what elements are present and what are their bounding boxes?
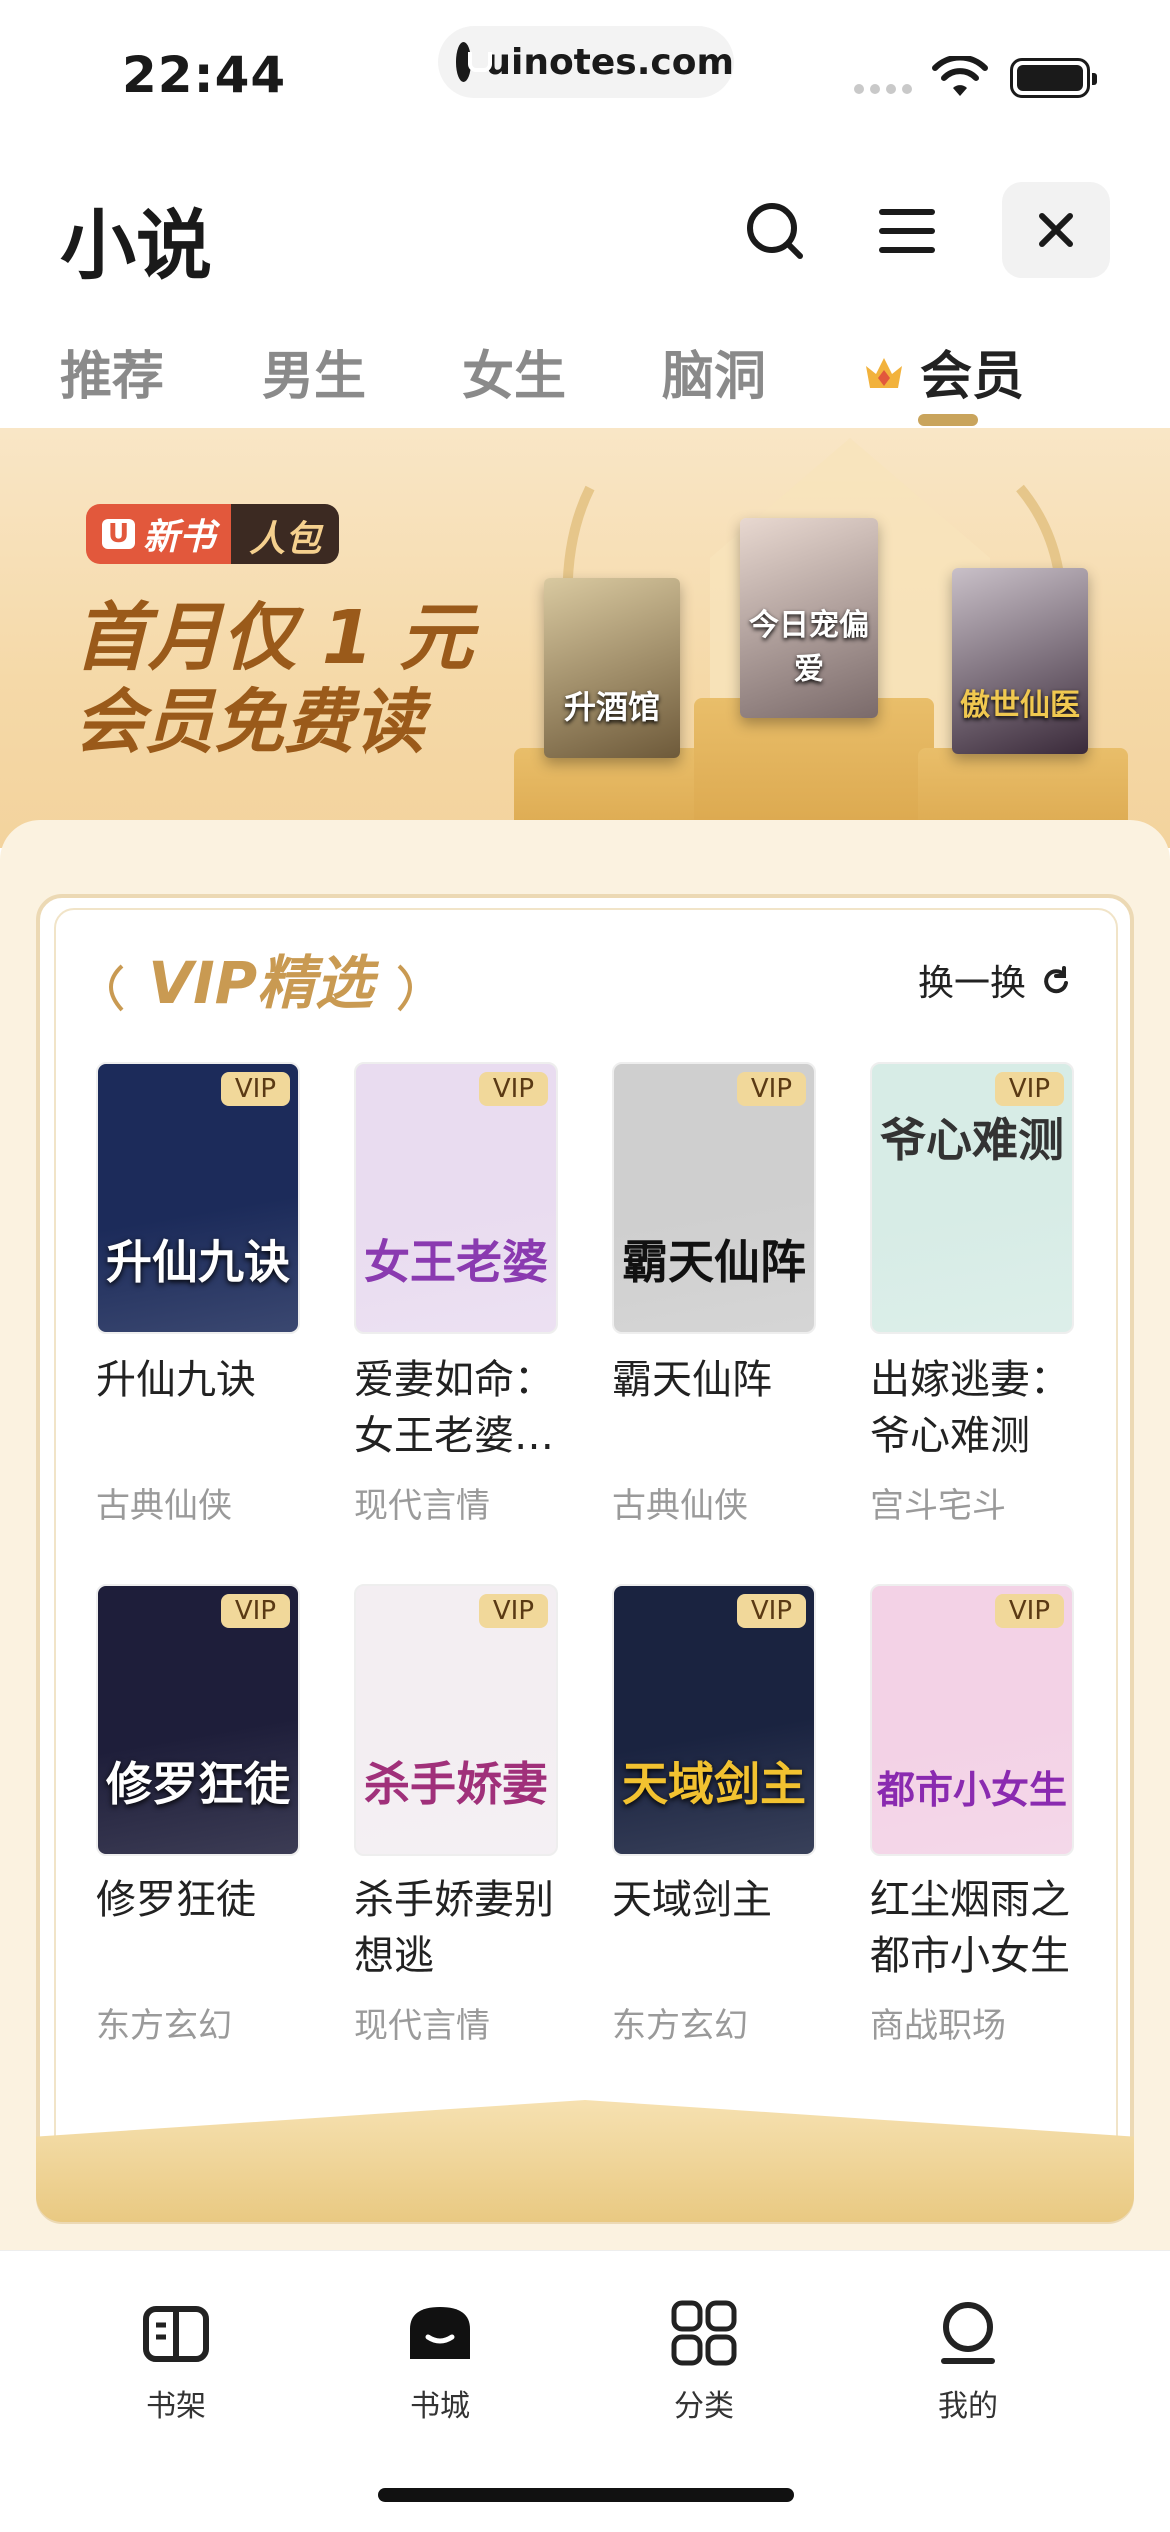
wifi-icon bbox=[932, 56, 988, 96]
cover-title: 杀手娇妻 bbox=[364, 1757, 548, 1811]
battery-icon bbox=[1010, 58, 1097, 98]
tab-imagination[interactable]: 脑洞 bbox=[662, 334, 766, 409]
tab-member[interactable]: 会员 bbox=[862, 334, 1024, 409]
vip-badge: VIP bbox=[478, 1594, 548, 1628]
book-category: 宫斗宅斗 bbox=[870, 1486, 1006, 1526]
vip-badge: VIP bbox=[220, 1072, 290, 1106]
refresh-icon bbox=[1044, 966, 1069, 994]
nav-bookstore[interactable]: 书城 bbox=[370, 2299, 510, 2425]
book-title[interactable]: 升仙九诀 bbox=[96, 1352, 310, 1408]
nav-categories[interactable]: 分类 bbox=[634, 2299, 774, 2425]
cover-title: 女王老婆 bbox=[364, 1235, 548, 1289]
status-time: 22:44 bbox=[122, 46, 287, 104]
crown-icon bbox=[866, 357, 902, 388]
book-title[interactable]: 出嫁逃妻：爷心难测 bbox=[870, 1352, 1084, 1464]
book-title[interactable]: 霸天仙阵 bbox=[612, 1352, 826, 1408]
book-cover[interactable]: VIP 都市小女生 bbox=[870, 1584, 1074, 1856]
status-bar: 22:44 uinotes.com bbox=[0, 0, 1170, 140]
book-title[interactable]: 天域剑主 bbox=[612, 1872, 826, 1928]
book-cover[interactable]: VIP 霸天仙阵 bbox=[612, 1062, 816, 1334]
book-category: 古典仙侠 bbox=[612, 1486, 748, 1526]
book-cover[interactable]: VIP 杀手娇妻 bbox=[354, 1584, 558, 1856]
banner-book-cover[interactable]: 升酒馆 bbox=[544, 578, 680, 758]
banner-book-title: 今日宠偏爱 bbox=[749, 608, 869, 687]
nav-label: 我的 bbox=[938, 2389, 998, 2424]
menu-icon[interactable] bbox=[872, 196, 942, 266]
laurel-right-icon bbox=[397, 964, 413, 1012]
nav-label: 书城 bbox=[410, 2389, 470, 2424]
book-category: 古典仙侠 bbox=[96, 1486, 232, 1526]
nav-bookshelf[interactable]: 书架 bbox=[106, 2299, 246, 2425]
active-tab-indicator bbox=[918, 414, 978, 426]
close-icon bbox=[1039, 213, 1073, 247]
promo-banner[interactable]: U 新书 人包 首月仅 1 元 会员免费读 升酒馆 今日宠偏爱 傲世仙医 bbox=[0, 428, 1170, 848]
cover-title: 升仙九诀 bbox=[106, 1235, 290, 1289]
book-open-icon bbox=[143, 2306, 209, 2362]
category-tabs: 推荐 男生 女生 脑洞 会员 bbox=[0, 334, 1170, 430]
book-cover[interactable]: VIP 修罗狂徒 bbox=[96, 1584, 300, 1856]
tag-pack-text: 人包 bbox=[231, 504, 340, 564]
nav-label: 分类 bbox=[674, 2389, 734, 2424]
book-title[interactable]: 修罗狂徒 bbox=[96, 1872, 310, 1928]
vip-badge: VIP bbox=[736, 1594, 806, 1628]
search-icon[interactable] bbox=[740, 196, 810, 266]
book-cover[interactable]: VIP 天域剑主 bbox=[612, 1584, 816, 1856]
tab-member-label: 会员 bbox=[920, 347, 1025, 407]
book-cover[interactable]: VIP 女王老婆 bbox=[354, 1062, 558, 1334]
store-icon bbox=[410, 2307, 470, 2359]
banner-book-title: 升酒馆 bbox=[563, 688, 660, 726]
cover-title: 都市小女生 bbox=[876, 1768, 1067, 1812]
book-cover[interactable]: VIP 升仙九诀 bbox=[96, 1062, 300, 1334]
promo-line-2: 会员免费读 bbox=[74, 681, 424, 763]
vip-badge: VIP bbox=[220, 1594, 290, 1628]
grid-icon bbox=[671, 2300, 737, 2366]
lock-icon bbox=[456, 42, 493, 82]
cover-title: 修罗狂徒 bbox=[106, 1757, 290, 1811]
close-button[interactable] bbox=[1002, 182, 1110, 278]
cover-title: 天域剑主 bbox=[622, 1757, 806, 1811]
nav-label: 书架 bbox=[146, 2389, 206, 2424]
laurel-left-icon bbox=[109, 964, 124, 1012]
book-category: 现代言情 bbox=[354, 2006, 490, 2046]
vip-section-title: VIP精选 bbox=[100, 936, 421, 1020]
cover-title: 爷心难测 bbox=[880, 1113, 1064, 1167]
book-cover[interactable]: VIP 爷心难测 bbox=[870, 1062, 1074, 1334]
vip-badge: VIP bbox=[478, 1072, 548, 1106]
book-title[interactable]: 杀手娇妻别想逃 bbox=[354, 1872, 568, 1984]
tab-male[interactable]: 男生 bbox=[262, 334, 366, 409]
url-pill[interactable]: uinotes.com bbox=[438, 26, 734, 98]
url-text: uinotes.com bbox=[485, 41, 734, 83]
book-title[interactable]: 爱妻如命：女王老婆… bbox=[354, 1352, 568, 1464]
vip-title-text: VIP精选 bbox=[148, 949, 374, 1017]
cover-title: 霸天仙阵 bbox=[622, 1235, 806, 1289]
tag-new-text: 新书 bbox=[143, 517, 216, 558]
signal-icon bbox=[854, 84, 912, 94]
vip-badge: VIP bbox=[994, 1594, 1064, 1628]
book-category: 东方玄幻 bbox=[96, 2006, 232, 2046]
home-indicator bbox=[378, 2488, 794, 2502]
book-category: 现代言情 bbox=[354, 1486, 490, 1526]
refresh-label: 换一换 bbox=[918, 963, 1027, 1004]
vip-badge: VIP bbox=[994, 1072, 1064, 1106]
banner-book-cover[interactable]: 傲世仙医 bbox=[952, 568, 1088, 754]
banner-book-title: 傲世仙医 bbox=[960, 688, 1080, 723]
refresh-button[interactable]: 换一换 bbox=[918, 954, 1070, 1006]
new-book-tag: U 新书 人包 bbox=[86, 504, 340, 564]
book-title[interactable]: 红尘烟雨之都市小女生 bbox=[870, 1872, 1084, 1984]
tab-recommend[interactable]: 推荐 bbox=[60, 334, 164, 409]
profile-icon bbox=[941, 2302, 995, 2364]
banner-book-cover[interactable]: 今日宠偏爱 bbox=[740, 518, 878, 718]
nav-profile[interactable]: 我的 bbox=[898, 2299, 1038, 2425]
book-category: 商战职场 bbox=[870, 2006, 1006, 2046]
page-title: 小说 bbox=[60, 201, 212, 290]
book-category: 东方玄幻 bbox=[612, 2006, 748, 2046]
vip-badge: VIP bbox=[736, 1072, 806, 1106]
tab-female[interactable]: 女生 bbox=[462, 334, 566, 409]
